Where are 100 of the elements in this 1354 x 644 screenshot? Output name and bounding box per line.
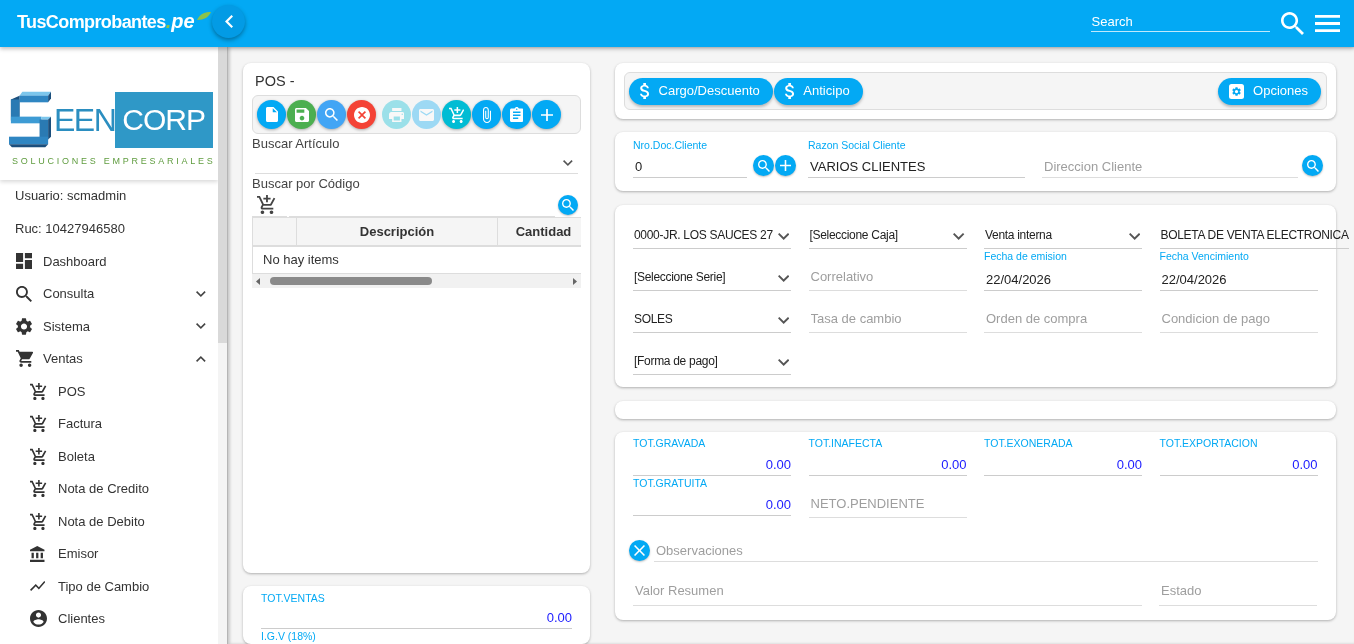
amount-field[interactable]: 0.00 [808,450,967,476]
dropdown-field[interactable]: SOLES [633,305,791,333]
field-label: I.G.V (18%) [261,629,317,643]
printer-icon [388,107,405,122]
input-field[interactable]: Tasa de cambio [808,305,967,333]
dropdown-field[interactable]: 0000-JR. LOS SAUCES 27 [633,221,791,249]
line-chart-icon [30,581,46,592]
input-field[interactable]: Correlativo [808,263,967,291]
notes-field[interactable]: Observaciones [654,539,1318,562]
scroll-right-arrow-icon[interactable] [573,277,577,285]
cart-plus-icon [257,195,276,214]
logo-wordmark-box: CORP [115,91,213,148]
dollar-sign-icon [640,83,650,99]
input-field[interactable]: NETO.PENDIENTE [808,490,967,518]
horizontal-scrollbar[interactable] [252,274,581,288]
clipboard-button[interactable] [502,100,531,129]
brand-logo: TusComprobantes.pe [17,9,195,34]
add-button[interactable] [532,100,561,129]
logo-tagline: SOLUCIONES EMPRESARIALES [12,155,217,167]
dropdown-field[interactable]: Venta interna [984,221,1142,249]
input-field[interactable]: 0 [633,152,747,178]
collapse-sidebar-button[interactable] [212,4,245,38]
field-label: Nro.Doc.Cliente [633,138,709,152]
dropdown-field[interactable]: [Forma de pago] [633,347,791,375]
sidebar-menu-item[interactable]: Ventas [0,342,218,375]
input-field[interactable]: Estado [1159,576,1317,606]
amount-field[interactable]: 0.00 [1159,450,1318,476]
date-field[interactable]: 22/04/2026 [984,263,1142,291]
panel-title: POS - [254,72,296,91]
field-label: Buscar Artículo [252,136,341,152]
save-button[interactable] [287,100,316,129]
input-field[interactable]: Orden de compra [984,305,1142,333]
amount-field[interactable]: 0.00 [633,450,791,476]
sidebar-menu-item[interactable]: Consulta [0,277,218,310]
clear-button[interactable] [629,539,650,561]
sidebar-menu-item[interactable]: Factura [0,407,218,440]
field-label: Fecha de emision [984,249,1068,263]
chevron-down-icon [777,233,789,240]
dropdown-field[interactable]: BOLETA DE VENTA ELECTRONICA [1159,221,1349,249]
input-field[interactable]: Condicion de pago [1159,305,1318,333]
field-label: Razon Social Cliente [808,138,907,152]
field-label: Buscar por Código [252,176,361,192]
leaf-icon [196,12,211,20]
amount-field[interactable]: 0.00 [633,490,791,516]
search-field[interactable]: Search [1090,11,1270,32]
dropdown-field[interactable]: [Seleccione Serie] [633,263,791,291]
new-document-button[interactable] [257,100,286,129]
paperclip-icon [482,106,491,123]
field-label: TOT.GRATUITA [633,476,709,490]
column-header: Cantidad [497,217,581,246]
sidebar-menu-item[interactable]: Nota de Debito [0,505,218,538]
chevron-left-icon [224,14,233,28]
sidebar-menu-item[interactable]: Sistema [0,310,218,343]
menu-icon[interactable] [1314,15,1340,32]
dashboard-grid-icon [16,253,32,270]
amount-field[interactable]: 0.00 [984,450,1142,476]
chevron-down-icon [563,159,573,166]
search-button[interactable] [1302,155,1323,176]
add-to-cart-button[interactable] [442,100,471,129]
sidebar-menu-item[interactable]: Boleta [0,440,218,473]
plus-icon [780,160,791,171]
bank-building-icon [30,545,45,562]
search-icon[interactable] [1280,12,1304,35]
user-label: Usuario: scmadmin [14,187,128,205]
scrollbar-thumb[interactable] [218,47,227,343]
sidebar-menu-item[interactable]: Emisor [0,537,218,570]
field-label: TOT.EXPORTACION [1159,436,1259,450]
input-field[interactable]: VARIOS CLIENTES [808,152,1025,178]
column-header: Descripción [296,217,498,246]
field-label: Fecha Vencimiento [1159,249,1250,263]
input-field[interactable]: Direccion Cliente [1042,152,1298,178]
attach-button[interactable] [472,100,501,129]
cancel-button[interactable] [347,100,376,129]
plus-icon [540,108,553,121]
search-icon [1306,159,1319,172]
search-button[interactable] [753,155,774,176]
dropdown-field[interactable]: [Seleccione Caja] [808,221,967,249]
scrollbar-thumb[interactable] [270,277,432,285]
gear-icon [16,317,32,335]
field-label: TOT.EXONERADA [984,436,1074,450]
add-button[interactable] [775,155,796,176]
sidebar-menu-item[interactable]: POS [0,375,218,408]
sidebar-menu-item[interactable]: Nota de Credito [0,472,218,505]
sidebar-menu-item[interactable]: Clientes [0,602,218,635]
dollar-sign-icon [784,83,795,99]
search-icon [325,108,338,121]
cart-plus-icon [30,512,47,530]
search-button[interactable] [558,194,578,215]
chevron-down-icon [777,317,789,324]
amount-field[interactable]: 0.00 [261,605,572,629]
search-icon [16,285,32,302]
date-field[interactable]: 22/04/2026 [1159,263,1318,291]
cart-plus-icon [30,447,47,465]
envelope-icon [419,108,434,121]
input-field[interactable]: Valor Resumen [633,576,1142,606]
logo-wordmark: EEN [54,102,116,137]
scroll-left-arrow-icon[interactable] [256,277,260,285]
sidebar-menu-item[interactable]: Dashboard [0,245,218,278]
sidebar-menu-item[interactable]: Tipo de Cambio [0,570,218,603]
search-button[interactable] [317,100,346,129]
